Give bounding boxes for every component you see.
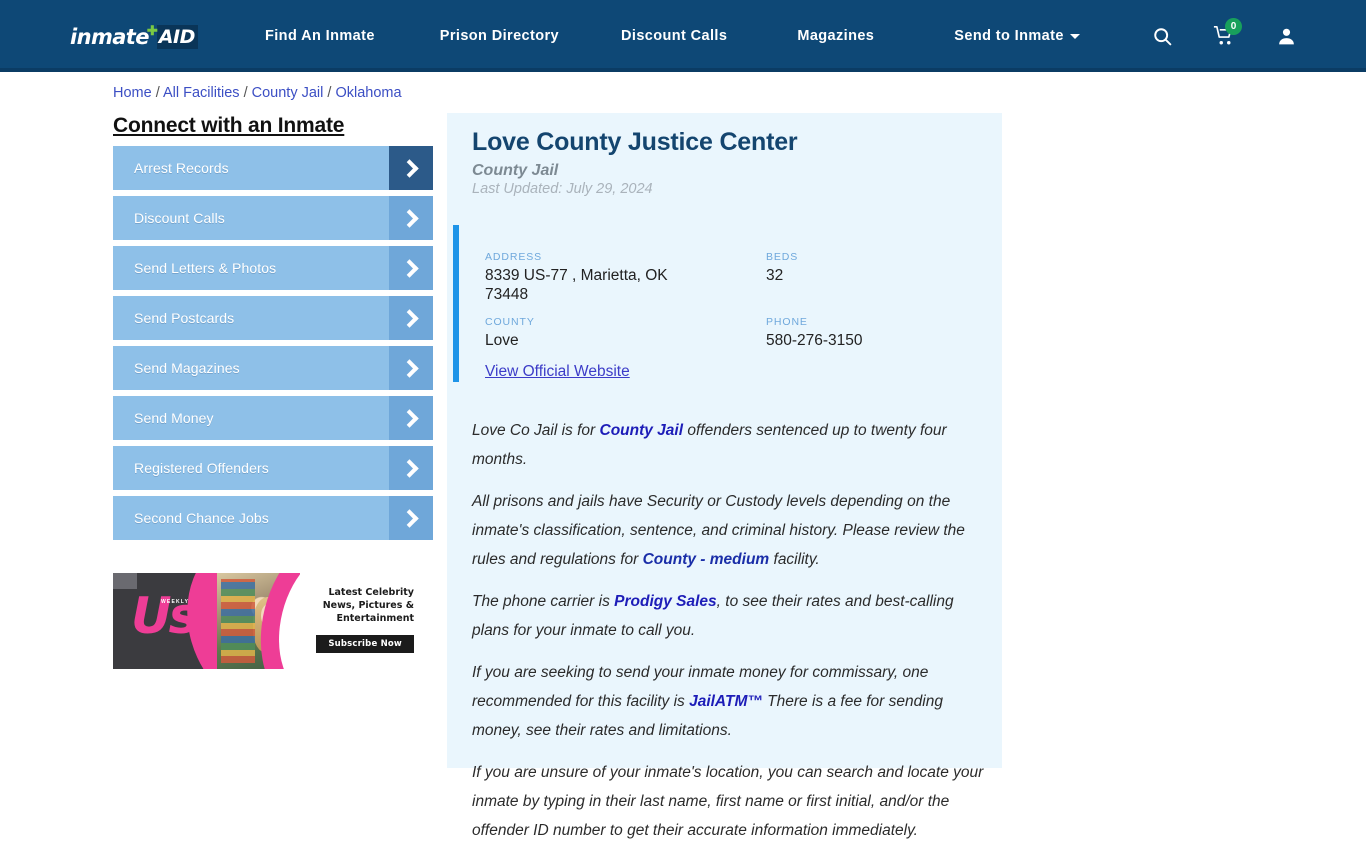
chevron-right-icon xyxy=(389,496,433,540)
cart-count-badge: 0 xyxy=(1225,18,1242,35)
page-title: Love County Justice Center xyxy=(472,128,798,156)
info-phone-label: PHONE xyxy=(766,316,808,328)
sidebar-item-send-money[interactable]: Send Money xyxy=(113,396,433,440)
nav-item-discount-calls[interactable]: Discount Calls xyxy=(621,28,727,44)
breadcrumb-item-oklahoma[interactable]: Oklahoma xyxy=(335,85,401,101)
cart-icon[interactable]: 0 xyxy=(1204,16,1244,56)
ad-subscribe-button[interactable]: Subscribe Now xyxy=(316,635,414,653)
inline-link-county-medium[interactable]: County - medium xyxy=(643,551,770,568)
ad-brand-sublabel: WEEKLY xyxy=(161,599,190,605)
inline-link-county-jail[interactable]: County Jail xyxy=(600,422,684,439)
nav-item-magazines[interactable]: Magazines xyxy=(797,28,874,44)
site-logo[interactable]: inmate ✚ AID xyxy=(70,23,198,50)
chevron-right-icon xyxy=(389,396,433,440)
chevron-right-icon xyxy=(389,346,433,390)
last-updated-text: Last Updated: July 29, 2024 xyxy=(472,181,653,197)
breadcrumb-separator: / xyxy=(243,85,248,101)
advertisement-banner[interactable]: Us WEEKLY Latest Celebrity News, Picture… xyxy=(113,573,420,669)
sidebar-title: Connect with an Inmate xyxy=(113,114,345,137)
header-icon-group: 0 xyxy=(1142,0,1366,72)
info-beds: BEDS 32 xyxy=(766,251,966,285)
info-address-label: ADDRESS xyxy=(485,251,543,263)
sidebar-item-discount-calls[interactable]: Discount Calls xyxy=(113,196,433,240)
nav-item-prison-directory[interactable]: Prison Directory xyxy=(440,28,559,44)
paragraph-commissary-money: If you are seeking to send your inmate m… xyxy=(472,658,985,745)
info-phone: PHONE 580-276-3150 xyxy=(766,316,966,350)
inline-link-jailatm[interactable]: JailATM™ xyxy=(689,693,763,710)
paragraph-text: Love Co Jail is for xyxy=(472,422,600,439)
chevron-right-icon xyxy=(389,246,433,290)
chevron-right-icon xyxy=(389,296,433,340)
main-nav: Find An Inmate Prison Directory Discount… xyxy=(265,0,1080,72)
breadcrumb-item-all-facilities[interactable]: All Facilities xyxy=(163,85,240,101)
chevron-right-icon xyxy=(389,146,433,190)
sidebar-item-label: Second Chance Jobs xyxy=(134,510,269,526)
site-header: inmate ✚ AID Find An Inmate Prison Direc… xyxy=(0,0,1366,72)
sidebar-item-label: Send Postcards xyxy=(134,310,235,326)
chevron-right-icon xyxy=(389,196,433,240)
sidebar-item-arrest-records[interactable]: Arrest Records xyxy=(113,146,433,190)
sidebar-item-send-postcards[interactable]: Send Postcards xyxy=(113,296,433,340)
info-address: ADDRESS 8339 US-77 , Marietta, OK 73448 xyxy=(485,251,695,304)
sidebar-menu: Arrest Records Discount Calls Send Lette… xyxy=(113,146,433,546)
nav-item-send-to-inmate[interactable]: Send to Inmate xyxy=(954,28,1080,44)
inline-link-prodigy-sales[interactable]: Prodigy Sales xyxy=(614,593,717,610)
facility-info-block: ADDRESS 8339 US-77 , Marietta, OK 73448 … xyxy=(453,225,988,382)
paragraph-security-levels: All prisons and jails have Security or C… xyxy=(472,487,985,574)
paragraph-text: If you are unsure of your inmate's locat… xyxy=(472,764,984,839)
breadcrumb-separator: / xyxy=(155,85,160,101)
logo-plus-icon: ✚ xyxy=(146,23,158,38)
sidebar-item-label: Send Money xyxy=(134,410,214,426)
breadcrumb-item-county-jail[interactable]: County Jail xyxy=(252,85,324,101)
info-address-value: 8339 US-77 , Marietta, OK 73448 xyxy=(485,267,668,303)
info-county: COUNTY Love xyxy=(485,316,695,350)
info-county-label: COUNTY xyxy=(485,316,535,328)
paragraph-phone-carrier: The phone carrier is Prodigy Sales, to s… xyxy=(472,587,985,645)
nav-item-find-an-inmate[interactable]: Find An Inmate xyxy=(265,28,375,44)
sidebar-item-registered-offenders[interactable]: Registered Offenders xyxy=(113,446,433,490)
breadcrumb-separator: / xyxy=(327,85,332,101)
ad-headline: Latest Celebrity News, Pictures & Entert… xyxy=(322,587,414,624)
facility-description: Love Co Jail is for County Jail offender… xyxy=(472,416,985,858)
breadcrumb-item-home[interactable]: Home xyxy=(113,85,152,101)
sidebar-item-label: Discount Calls xyxy=(134,210,225,226)
chevron-down-icon xyxy=(1069,33,1080,39)
sidebar-item-label: Arrest Records xyxy=(134,160,229,176)
logo-wordmark: inmate xyxy=(70,25,149,49)
info-county-value: Love xyxy=(485,332,519,349)
info-beds-value: 32 xyxy=(766,267,784,284)
paragraph-sentence-length: Love Co Jail is for County Jail offender… xyxy=(472,416,985,474)
sidebar-item-label: Send Letters & Photos xyxy=(134,260,277,276)
facility-type: County Jail xyxy=(472,162,559,179)
nav-item-send-to-inmate-label: Send to Inmate xyxy=(954,28,1064,44)
sidebar-item-second-chance-jobs[interactable]: Second Chance Jobs xyxy=(113,496,433,540)
logo-aid-badge: AID xyxy=(156,25,198,49)
user-account-icon[interactable] xyxy=(1266,16,1306,56)
search-icon[interactable] xyxy=(1142,16,1182,56)
paragraph-text: facility. xyxy=(769,551,820,568)
breadcrumb: Home / All Facilities / County Jail / Ok… xyxy=(113,85,402,101)
sidebar-item-send-magazines[interactable]: Send Magazines xyxy=(113,346,433,390)
paragraph-text: The phone carrier is xyxy=(472,593,615,610)
sidebar-item-label: Registered Offenders xyxy=(134,460,269,476)
info-phone-value: 580-276-3150 xyxy=(766,332,863,349)
paragraph-locate-inmate: If you are unsure of your inmate's locat… xyxy=(472,758,985,845)
view-official-website-link[interactable]: View Official Website xyxy=(485,363,630,381)
info-beds-label: BEDS xyxy=(766,251,799,263)
sidebar-item-send-letters-photos[interactable]: Send Letters & Photos xyxy=(113,246,433,290)
facility-detail-panel: Love County Justice Center County Jail L… xyxy=(447,113,1002,839)
sidebar-item-label: Send Magazines xyxy=(134,360,240,376)
chevron-right-icon xyxy=(389,446,433,490)
